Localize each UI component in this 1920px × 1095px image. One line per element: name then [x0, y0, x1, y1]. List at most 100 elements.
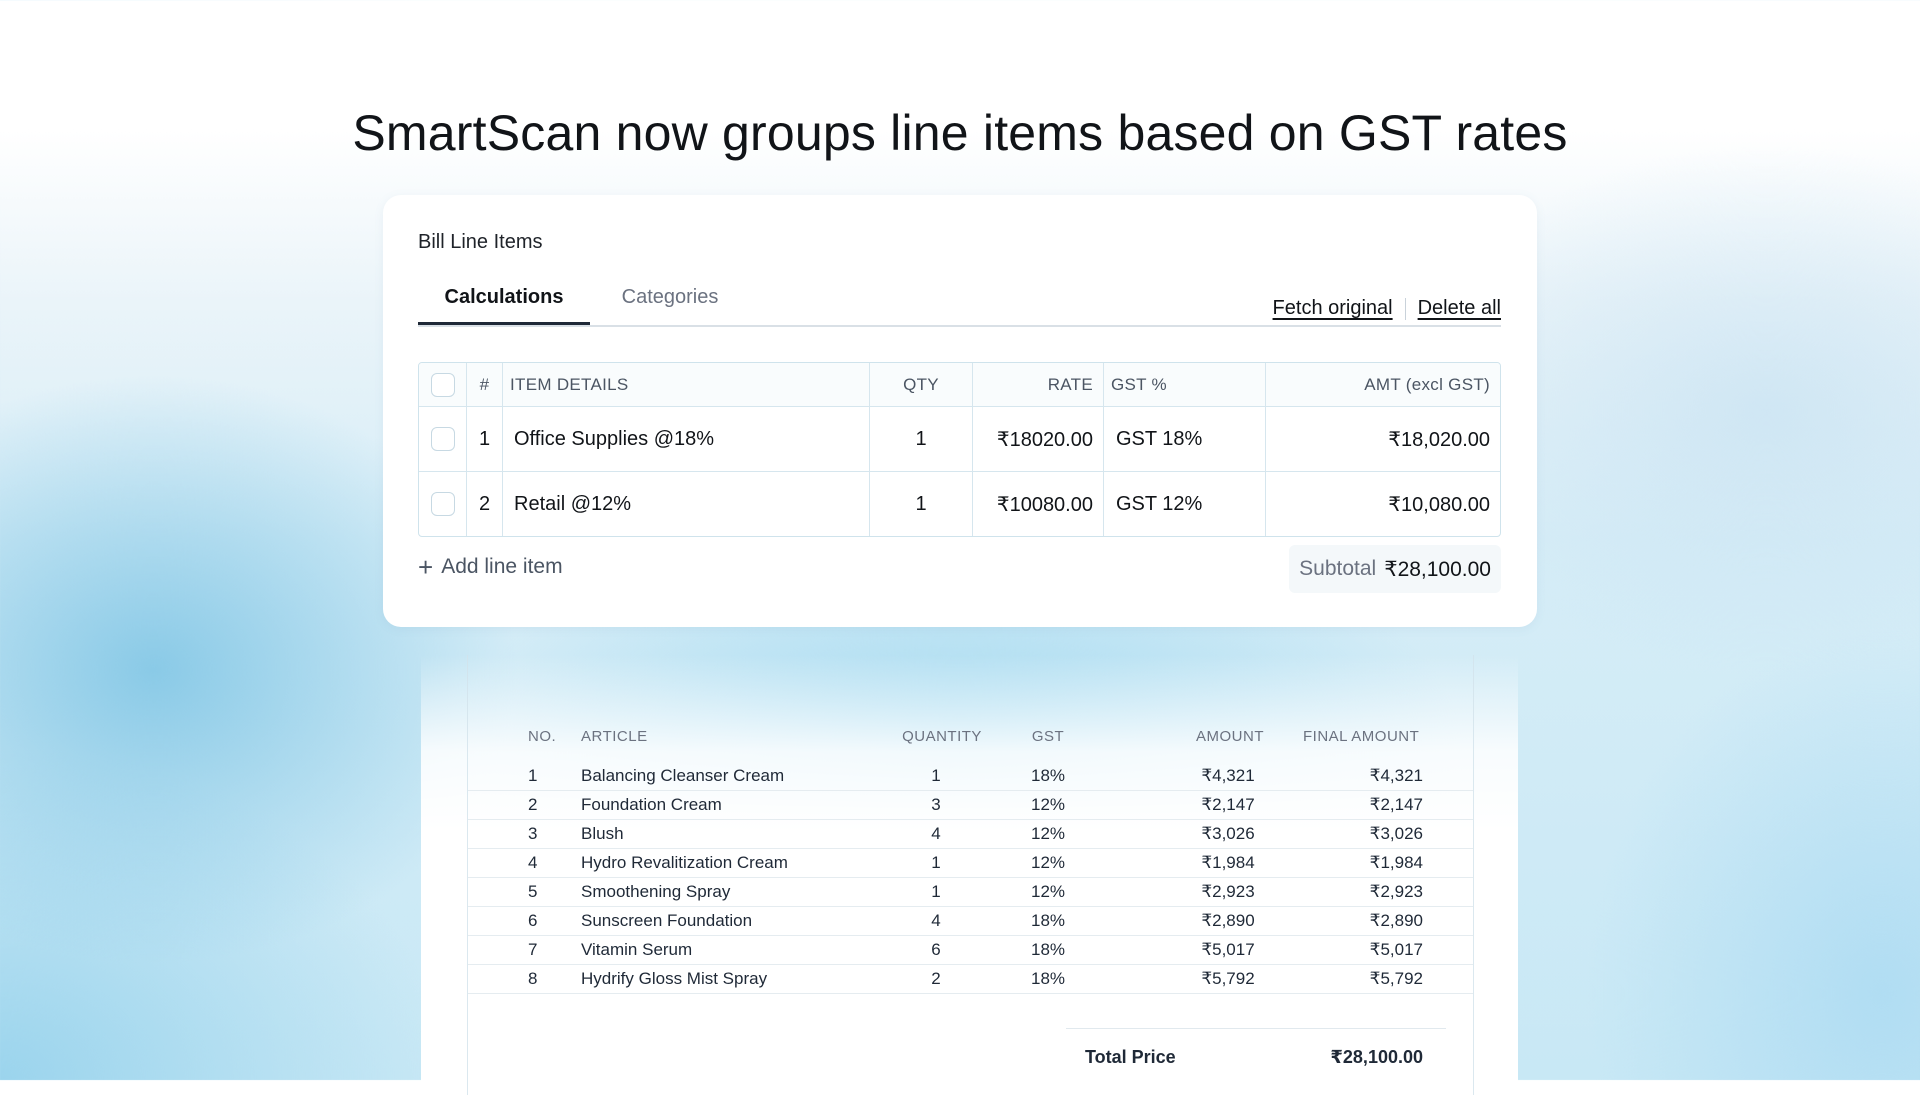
- receipt-row-article: Foundation Cream: [581, 795, 722, 814]
- page-headline: SmartScan now groups line items based on…: [352, 105, 1568, 161]
- receipt-row-quantity: 4: [931, 911, 941, 930]
- receipt-header-article: ARTICLE: [581, 728, 648, 745]
- receipt-row: 8 Hydrify Gloss Mist Spray 2 18% ₹5,792 …: [468, 964, 1473, 994]
- header-checkbox-cell: [419, 363, 467, 406]
- receipt-row-quantity: 1: [931, 882, 941, 901]
- receipt-row: 7 Vitamin Serum 6 18% ₹5,017 ₹5,017: [468, 935, 1473, 965]
- receipt-header-no: NO.: [528, 728, 557, 745]
- tab-calculations[interactable]: Calculations: [418, 277, 590, 325]
- receipt-row-gst: 12%: [1030, 853, 1066, 872]
- receipt-row-gst: 12%: [1030, 824, 1066, 843]
- receipt-row-article: Hydrify Gloss Mist Spray: [581, 969, 768, 988]
- receipt-row-quantity: 6: [931, 940, 941, 959]
- receipt-row-quantity: 2: [931, 969, 941, 988]
- receipt-header-quantity: QUANTITY: [902, 728, 982, 745]
- receipt-row-article: Vitamin Serum: [581, 940, 693, 959]
- receipt-row-article: Hydro Revalitization Cream: [581, 853, 788, 872]
- total-price-label: Total Price: [1085, 1047, 1176, 1067]
- receipt-row-gst: 18%: [1030, 940, 1066, 959]
- row-amount: ₹10,080.00: [1388, 493, 1490, 516]
- receipt-row-quantity: 1: [931, 853, 941, 872]
- receipt-row-no: 3: [528, 824, 538, 843]
- action-divider: [1404, 297, 1406, 320]
- row-gst[interactable]: GST 18%: [1104, 407, 1266, 471]
- subtotal-label: Subtotal: [1299, 557, 1377, 580]
- receipt-row-article: Balancing Cleanser Cream: [581, 766, 785, 785]
- receipt-row-no: 2: [528, 795, 538, 814]
- receipt-row-gst: 18%: [1030, 969, 1066, 988]
- receipt-header-amount: AMOUNT: [1196, 728, 1264, 745]
- row-num: 1: [467, 407, 503, 471]
- tab-bar: Calculations Categories Fetch original D…: [418, 277, 1501, 327]
- header-item-details: ITEM DETAILS: [503, 363, 870, 406]
- row-checkbox[interactable]: [430, 492, 455, 516]
- receipt-row-amount: ₹4,321: [1201, 766, 1255, 785]
- line-items-table: # ITEM DETAILS QTY RATE GST % AMT (excl …: [418, 362, 1501, 537]
- receipt-row: 6 Sunscreen Foundation 4 18% ₹2,890 ₹2,8…: [468, 906, 1473, 936]
- header-num: #: [467, 363, 503, 406]
- row-rate[interactable]: ₹18020.00: [973, 407, 1104, 471]
- row-amount: ₹18,020.00: [1388, 428, 1490, 451]
- table-actions: Fetch original Delete all: [1273, 297, 1501, 320]
- receipt-row-final-amount: ₹1,984: [1369, 853, 1423, 872]
- receipt-row-final-amount: ₹2,890: [1369, 911, 1423, 930]
- subtotal-box: Subtotal ₹28,100.00: [1289, 545, 1501, 593]
- row-num: 2: [467, 472, 503, 536]
- receipt-row-amount: ₹2,147: [1201, 795, 1255, 814]
- tab-categories[interactable]: Categories: [608, 277, 732, 325]
- receipt-preview: NO. ARTICLE QUANTITY GST AMOUNT FINAL AM…: [421, 655, 1518, 1095]
- receipt-row-no: 7: [528, 940, 538, 959]
- receipt-row-no: 5: [528, 882, 538, 901]
- select-all-checkbox[interactable]: [430, 372, 455, 397]
- table-row: 1 Office Supplies @18% 1 ₹18020.00 GST 1…: [419, 407, 1500, 472]
- header-qty: QTY: [870, 363, 973, 406]
- total-divider: [1066, 1028, 1446, 1029]
- header-rate: RATE: [973, 363, 1104, 406]
- delete-all-link[interactable]: Delete all: [1418, 297, 1501, 320]
- receipt-row-amount: ₹1,984: [1201, 853, 1255, 872]
- receipt-row-final-amount: ₹3,026: [1369, 824, 1423, 843]
- receipt-row-final-amount: ₹5,017: [1369, 940, 1423, 959]
- receipt-row-final-amount: ₹4,321: [1369, 766, 1423, 785]
- receipt-row-final-amount: ₹2,147: [1369, 795, 1423, 814]
- table-header-row: # ITEM DETAILS QTY RATE GST % AMT (excl …: [419, 363, 1500, 407]
- row-checkbox-cell: [419, 407, 467, 471]
- receipt-row-final-amount: ₹2,923: [1369, 882, 1423, 901]
- receipt-row: 1 Balancing Cleanser Cream 1 18% ₹4,321 …: [468, 761, 1473, 791]
- receipt-row: 5 Smoothening Spray 1 12% ₹2,923 ₹2,923: [468, 877, 1473, 907]
- row-rate[interactable]: ₹10080.00: [973, 472, 1104, 536]
- receipt-row-amount: ₹3,026: [1201, 824, 1255, 843]
- receipt-row-gst: 18%: [1030, 911, 1066, 930]
- header-gst: GST %: [1104, 363, 1266, 406]
- receipt-row-article: Sunscreen Foundation: [581, 911, 753, 930]
- receipt-row-no: 4: [528, 853, 538, 872]
- receipt-row-article: Blush: [581, 824, 624, 843]
- receipt-row-article: Smoothening Spray: [581, 882, 731, 901]
- row-qty[interactable]: 1: [870, 472, 973, 536]
- receipt-row-amount: ₹5,017: [1201, 940, 1255, 959]
- receipt-row-amount: ₹2,890: [1201, 911, 1255, 930]
- receipt-row-gst: 18%: [1030, 766, 1066, 785]
- row-item-details[interactable]: Retail @12%: [503, 472, 870, 536]
- receipt-row-quantity: 1: [931, 766, 941, 785]
- row-qty[interactable]: 1: [870, 407, 973, 471]
- receipt-row-quantity: 3: [931, 795, 941, 814]
- card-title: Bill Line Items: [418, 231, 543, 253]
- add-line-item-button[interactable]: + Add line item: [418, 554, 563, 580]
- receipt-row-gst: 12%: [1030, 795, 1066, 814]
- receipt-row-gst: 12%: [1030, 882, 1066, 901]
- fetch-original-link[interactable]: Fetch original: [1273, 297, 1393, 320]
- receipt-row-no: 1: [528, 766, 538, 785]
- row-checkbox[interactable]: [430, 427, 455, 451]
- header-amount: AMT (excl GST): [1364, 374, 1490, 394]
- receipt-header-gst: GST: [1031, 728, 1065, 745]
- row-checkbox-cell: [419, 472, 467, 536]
- subtotal-value: ₹28,100.00: [1384, 557, 1491, 581]
- row-item-details[interactable]: Office Supplies @18%: [503, 407, 870, 471]
- bill-line-items-card: Bill Line Items Calculations Categories …: [383, 195, 1537, 627]
- total-price-value: ₹28,100.00: [1330, 1047, 1423, 1067]
- row-gst[interactable]: GST 12%: [1104, 472, 1266, 536]
- add-line-item-label: Add line item: [441, 555, 563, 578]
- receipt-row: 3 Blush 4 12% ₹3,026 ₹3,026: [468, 819, 1473, 849]
- receipt-row-no: 8: [528, 969, 538, 988]
